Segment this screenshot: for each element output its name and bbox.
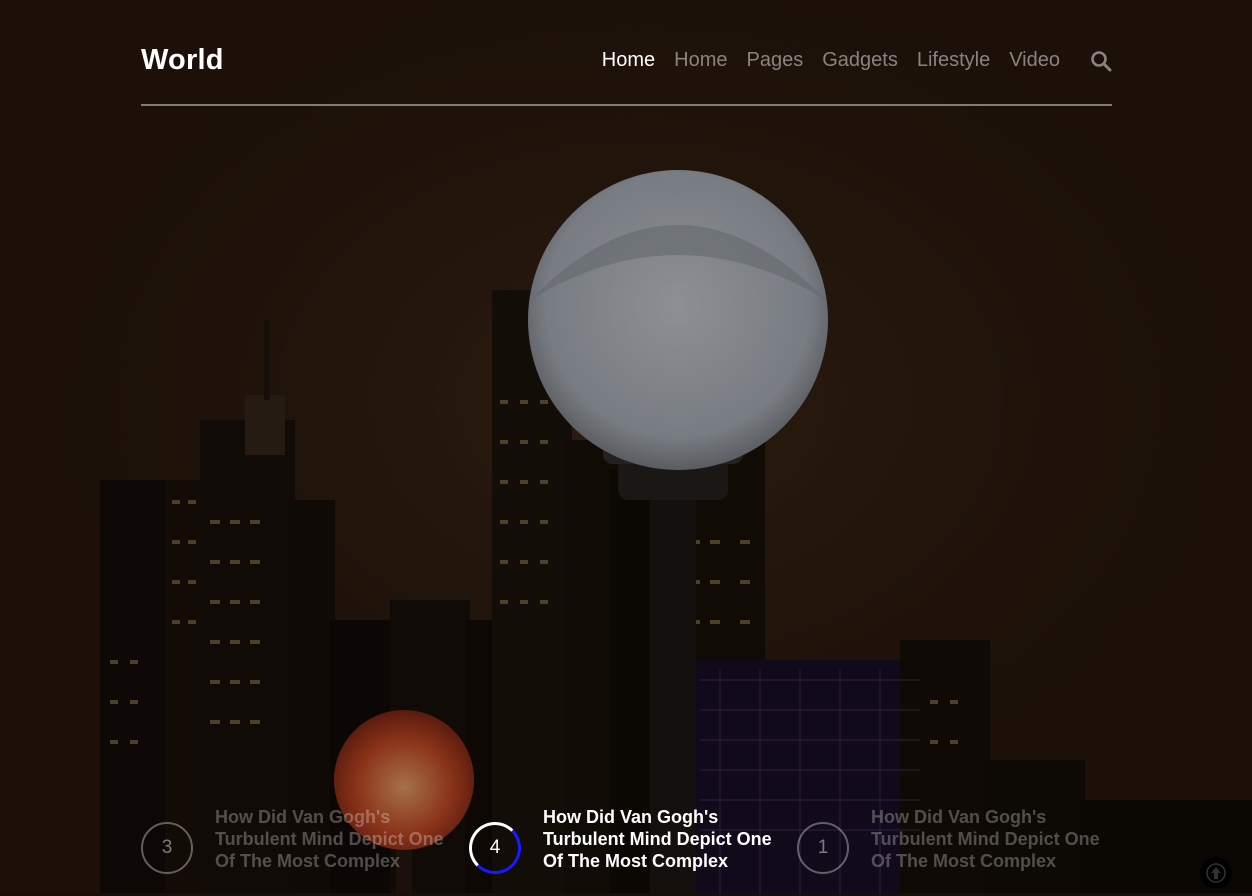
nav-item-lifestyle[interactable]: Lifestyle bbox=[917, 49, 990, 72]
slide-title[interactable]: How Did Van Gogh's Turbulent Mind Depict… bbox=[543, 806, 773, 872]
slide-number-badge: 4 bbox=[469, 822, 521, 874]
slider-item[interactable]: 3 How Did Van Gogh's Turbulent Mind Depi… bbox=[141, 806, 445, 896]
slide-title[interactable]: How Did Van Gogh's Turbulent Mind Depict… bbox=[215, 806, 445, 872]
site-logo[interactable]: World bbox=[141, 44, 224, 77]
back-to-top-button[interactable] bbox=[1200, 857, 1232, 889]
nav-item-gadgets[interactable]: Gadgets bbox=[822, 49, 898, 72]
arrow-up-icon bbox=[1206, 863, 1226, 883]
nav-item-home-active[interactable]: Home bbox=[602, 49, 655, 72]
slide-number-badge: 3 bbox=[141, 822, 193, 874]
nav-item-video[interactable]: Video bbox=[1009, 49, 1060, 72]
site-header: World Home Home Pages Gadgets Lifestyle … bbox=[141, 38, 1112, 106]
nav-item-pages[interactable]: Pages bbox=[747, 49, 804, 72]
main-nav: Home Home Pages Gadgets Lifestyle Video bbox=[602, 49, 1112, 72]
slider-item[interactable]: 1 How Did Van Gogh's Turbulent Mind Depi… bbox=[797, 806, 1101, 896]
dark-overlay bbox=[0, 0, 1252, 893]
search-icon[interactable] bbox=[1090, 50, 1112, 72]
slider-item-active[interactable]: 4 How Did Van Gogh's Turbulent Mind Depi… bbox=[469, 806, 773, 896]
slide-number-badge: 1 bbox=[797, 822, 849, 874]
nav-item-home[interactable]: Home bbox=[674, 49, 727, 72]
slide-title[interactable]: How Did Van Gogh's Turbulent Mind Depict… bbox=[871, 806, 1101, 872]
